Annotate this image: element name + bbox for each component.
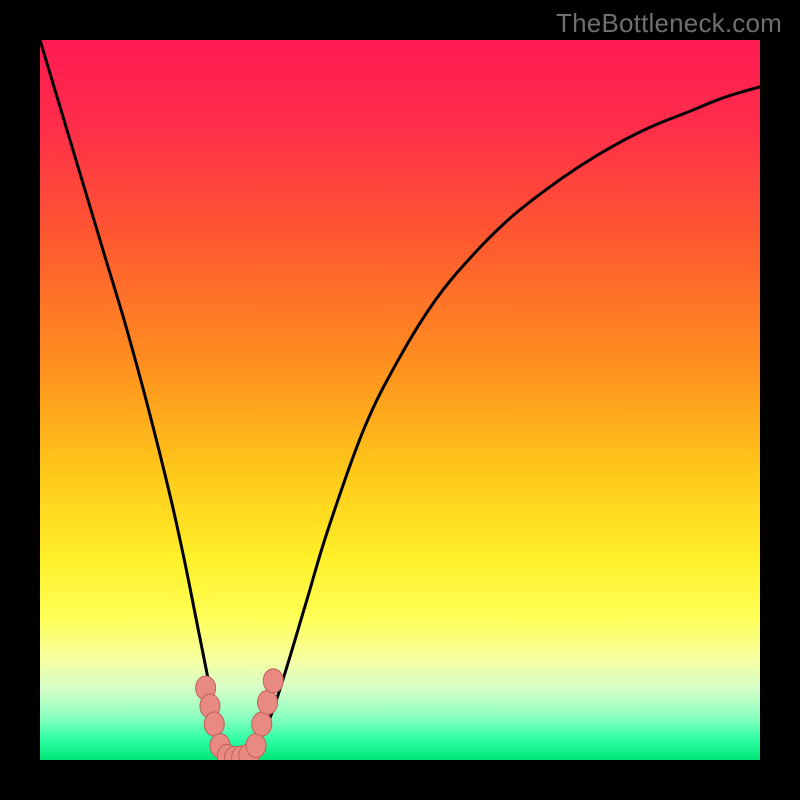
marker-dot xyxy=(246,734,266,758)
marker-dot xyxy=(258,690,278,714)
curve-layer xyxy=(40,40,760,760)
marker-dot xyxy=(204,712,224,736)
curve-markers xyxy=(196,669,284,760)
plot-area xyxy=(40,40,760,760)
watermark-text: TheBottleneck.com xyxy=(556,8,782,39)
chart-frame: TheBottleneck.com xyxy=(0,0,800,800)
bottleneck-curve xyxy=(40,40,760,760)
marker-dot xyxy=(263,669,283,693)
marker-dot xyxy=(252,712,272,736)
